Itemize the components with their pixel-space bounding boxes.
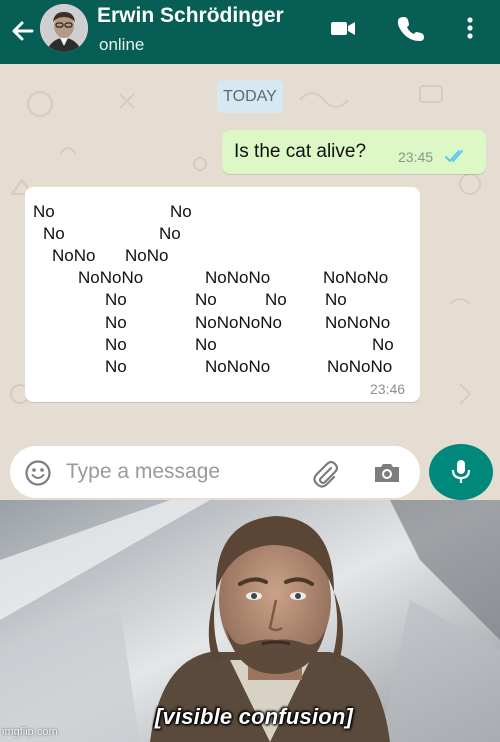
outgoing-message-text: Is the cat alive? (234, 141, 367, 162)
incoming-line-4-a: NoNoNo (78, 268, 144, 287)
incoming-line-5-a: No (105, 290, 127, 309)
message-input[interactable] (66, 456, 286, 488)
double-check-read-icon (445, 150, 463, 163)
incoming-line-6-a: No (105, 313, 127, 332)
more-vert-icon[interactable] (455, 13, 485, 43)
incoming-line-7-a: No (105, 335, 127, 354)
watermark: imgflip.com (2, 726, 58, 738)
video-call-icon[interactable] (328, 13, 358, 43)
incoming-line-5-c: No (265, 290, 287, 309)
incoming-message[interactable]: No No No No NoNo NoNo NoNoNo NoNoNo NoNo… (25, 187, 420, 402)
chat-header: Erwin Schrödinger online (0, 0, 500, 64)
incoming-line-4-b: NoNoNo (205, 268, 271, 287)
voice-call-icon[interactable] (396, 13, 426, 43)
emoji-icon[interactable] (24, 459, 52, 487)
incoming-line-7-b: No (195, 335, 217, 354)
incoming-line-8-a: No (105, 357, 127, 376)
outgoing-message[interactable]: Is the cat alive? 23:45 (222, 130, 486, 174)
contact-photo (40, 4, 88, 52)
camera-icon[interactable] (372, 459, 402, 487)
incoming-line-6-b: NoNoNoNo (195, 313, 282, 332)
incoming-line-3-a: NoNo (52, 246, 96, 265)
incoming-line-7-c: No (372, 335, 394, 354)
incoming-line-2-b: No (159, 224, 181, 243)
incoming-line-4-c: NoNoNo (323, 268, 389, 287)
paperclip-icon[interactable] (310, 459, 340, 489)
meme-still-image: [visible confusion] imgflip.com (0, 500, 500, 742)
incoming-line-8-c: NoNoNo (327, 357, 393, 376)
incoming-line-6-c: NoNoNo (325, 313, 391, 332)
meme-caption: [visible confusion] (154, 704, 354, 729)
incoming-line-1-b: No (170, 202, 192, 221)
arrow-left-icon[interactable] (8, 16, 38, 46)
incoming-line-1-a: No (33, 202, 55, 221)
avatar[interactable] (40, 4, 88, 52)
contact-name[interactable]: Erwin Schrödinger (97, 4, 284, 28)
incoming-line-5-b: No (195, 290, 217, 309)
message-composer (10, 446, 420, 498)
outgoing-message-time: 23:45 (398, 149, 434, 165)
date-chip: TODAY (217, 80, 283, 113)
contact-status: online (99, 35, 145, 54)
incoming-line-5-d: No (325, 290, 347, 309)
incoming-message-time: 23:46 (370, 381, 406, 397)
incoming-line-8-b: NoNoNo (205, 357, 271, 376)
chat-screenshot: Erwin Schrödinger online TODAY Is the ca… (0, 0, 500, 500)
incoming-line-3-b: NoNo (125, 246, 169, 265)
microphone-icon (451, 460, 471, 483)
incoming-line-2-a: No (43, 224, 65, 243)
microphone-button[interactable] (429, 444, 493, 500)
